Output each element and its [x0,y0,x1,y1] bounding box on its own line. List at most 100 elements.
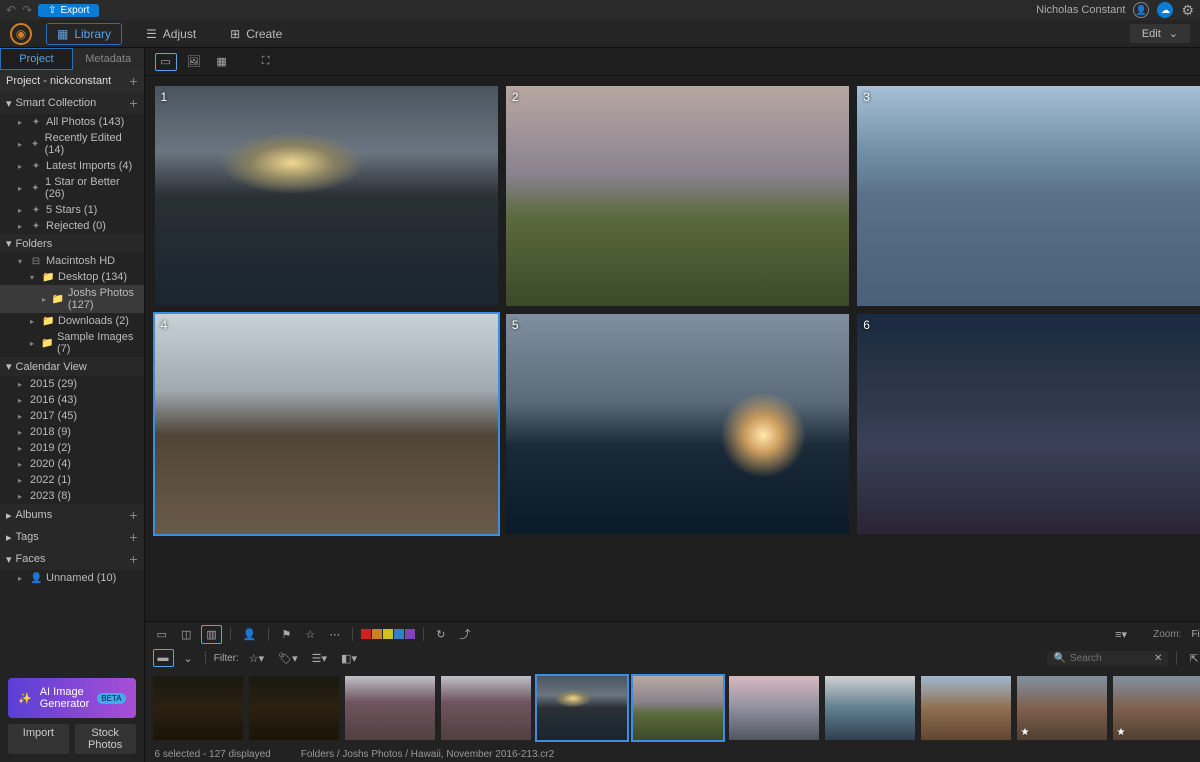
color-swatch[interactable] [372,629,382,639]
tab-project[interactable]: Project [0,48,73,70]
photo-thumbnail[interactable]: 4 [155,314,498,534]
folder-icon: 📁 [42,272,54,283]
search-box[interactable]: 🔍 ✕ [1047,651,1168,666]
filmstrip-thumbnail[interactable] [537,676,627,740]
folder-sample-images[interactable]: ▸📁Sample Images (7) [0,329,144,357]
filmstrip-thumbnail[interactable] [345,676,435,740]
add-project-icon[interactable]: + [129,73,137,89]
cloud-icon[interactable]: ☁ [1157,2,1173,18]
smart-collection-header[interactable]: ▾Smart Collection+ [0,92,144,114]
ai-image-generator-button[interactable]: ✨ AI Image Generator BETA [8,678,136,718]
filmstrip-thumbnail[interactable] [441,676,531,740]
ai-icon: ✨ [18,692,32,705]
redo-arrow[interactable]: ↷ [22,3,32,17]
photo-thumbnail[interactable]: 3 [857,86,1200,306]
folder-joshs-photos[interactable]: ▸📁Joshs Photos (127) [0,285,144,313]
filmstrip-thumbnail[interactable] [249,676,339,740]
faces-header[interactable]: ▾Faces+ [0,548,144,570]
filmstrip-thumbnail[interactable] [633,676,723,740]
add-tag-icon[interactable]: + [129,529,137,545]
expand-icon[interactable]: ⇱ [1185,650,1200,667]
filter-color-icon[interactable]: ◧▾ [337,650,361,667]
library-icon: ▦ [57,27,68,41]
undo-arrow[interactable]: ↶ [6,3,16,17]
color-swatch[interactable] [405,629,415,639]
export-button[interactable]: ⇪ Export [38,4,99,17]
filter-label: Filter: [214,653,239,664]
photo-thumbnail[interactable]: 1 [155,86,498,306]
calendar-header[interactable]: ▾Calendar View [0,357,144,376]
calendar-year[interactable]: ▸2016 (43) [0,392,144,408]
search-input[interactable] [1070,653,1150,664]
calendar-year[interactable]: ▸2019 (2) [0,440,144,456]
folder-downloads[interactable]: ▸📁Downloads (2) [0,313,144,329]
filter-list-icon[interactable]: ☰▾ [308,650,331,667]
layout-1-icon[interactable]: ▭ [153,626,171,643]
calendar-year[interactable]: ▸2023 (8) [0,488,144,504]
sort-icon[interactable]: ≡▾ [1111,627,1131,643]
filter-star-icon[interactable]: ☆▾ [245,650,268,667]
filmstrip-thumbnail[interactable] [825,676,915,740]
view-single-icon[interactable]: ▭ [155,53,177,71]
layout-3-icon[interactable]: ▥ [201,625,221,644]
flag-icon[interactable]: ⚑ [277,626,295,643]
folder-desktop[interactable]: ▾📁Desktop (134) [0,269,144,285]
layout-2-icon[interactable]: ◫ [177,626,195,643]
color-swatch[interactable] [394,629,404,639]
zoom-value[interactable]: Fit [1191,629,1200,640]
folder-macintosh-hd[interactable]: ▾⊟Macintosh HD [0,253,144,269]
smart-item[interactable]: ▸✦Latest Imports (4) [0,158,144,174]
view-fullscreen-icon[interactable]: ⛶ [255,53,277,71]
drive-icon: ⊟ [30,256,42,267]
smart-item[interactable]: ▸✦1 Star or Better (26) [0,174,144,202]
user-icon[interactable]: 👤 [1133,2,1149,18]
edit-dropdown[interactable]: Edit ⌄ [1130,24,1190,43]
create-mode-button[interactable]: ⊞ Create [220,24,292,44]
add-smart-icon[interactable]: + [129,95,137,111]
view-image-icon[interactable]: 🖼 [183,53,205,71]
view-grid-icon[interactable]: ▦ [211,53,233,71]
photo-thumbnail[interactable]: 6 [857,314,1200,534]
person-icon: 👤 [30,573,42,584]
library-mode-button[interactable]: ▦ Library [46,23,122,45]
rotate-icon[interactable]: ↻ [432,626,449,643]
filmstrip-thumbnail[interactable] [729,676,819,740]
add-album-icon[interactable]: + [129,507,137,523]
tags-header[interactable]: ▸Tags+ [0,526,144,548]
filmstrip-thumbnail[interactable] [153,676,243,740]
star-icon[interactable]: ☆ [301,626,319,643]
filmstrip-thumbnail[interactable] [921,676,1011,740]
filter-tag-icon[interactable]: 🏷▾ [274,650,302,667]
import-button[interactable]: Import [8,724,69,754]
add-face-icon[interactable]: + [129,551,137,567]
smart-item[interactable]: ▸✦Recently Edited (14) [0,130,144,158]
filmstrip-thumbnail[interactable]: ★ [1113,676,1200,740]
adjust-mode-button[interactable]: ☰ Adjust [136,24,206,44]
tab-metadata[interactable]: Metadata [73,48,144,70]
smart-item[interactable]: ▸✦5 Stars (1) [0,202,144,218]
gear-icon[interactable]: ⚙ [1181,2,1194,19]
color-swatch[interactable] [383,629,393,639]
calendar-year[interactable]: ▸2022 (1) [0,472,144,488]
star-badge-icon: ★ [1117,727,1126,738]
filmstrip-thumbnail[interactable]: ★ [1017,676,1107,740]
faces-unnamed[interactable]: ▸👤Unnamed (10) [0,570,144,586]
calendar-year[interactable]: ▸2020 (4) [0,456,144,472]
smart-item[interactable]: ▸✦Rejected (0) [0,218,144,234]
calendar-year[interactable]: ▸2017 (45) [0,408,144,424]
albums-header[interactable]: ▸Albums+ [0,504,144,526]
filmstrip-toggle-icon[interactable]: ▬ [153,649,174,667]
person-filter-icon[interactable]: 👤 [239,626,261,643]
smart-item[interactable]: ▸✦All Photos (143) [0,114,144,130]
color-swatch[interactable] [361,629,371,639]
dots-icon[interactable]: ⋯ [325,626,344,643]
calendar-year[interactable]: ▸2015 (29) [0,376,144,392]
calendar-year[interactable]: ▸2018 (9) [0,424,144,440]
photo-thumbnail[interactable]: 2 [506,86,849,306]
photo-thumbnail[interactable]: 5 [506,314,849,534]
clear-search-icon[interactable]: ✕ [1154,653,1162,664]
stock-photos-button[interactable]: Stock Photos [75,724,136,754]
export-small-icon[interactable]: ⤴ [455,624,474,644]
folders-header[interactable]: ▾Folders [0,234,144,253]
chevron-down-small-icon[interactable]: ⌄ [180,650,197,667]
